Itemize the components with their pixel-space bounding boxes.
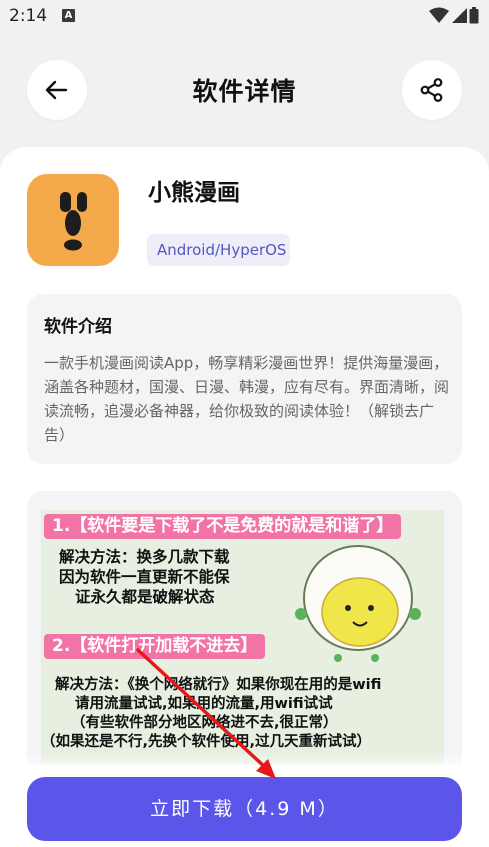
intro-text: 一款手机漫画阅读App，畅享精彩漫画世界！提供海量漫画，涵盖各种题材，国漫、日漫…: [44, 354, 450, 444]
bear-face-icon: [60, 192, 87, 251]
screenshot-image[interactable]: 1.【软件要是下载了不是免费的就是和谐了】 解决方法：换多几款下载 因为软件一直…: [41, 510, 444, 781]
app-icon: [27, 174, 119, 266]
screenshot-solution-1-line-3: 证永久都是破解状态: [75, 588, 215, 606]
notification-icon: A: [62, 9, 75, 22]
intro-title: 软件介绍: [44, 317, 112, 337]
signal-icon: [452, 8, 467, 23]
platform-tag: Android/HyperOS: [147, 234, 290, 266]
wifi-icon: [429, 7, 449, 23]
share-icon: [420, 78, 443, 102]
app-name: 小熊漫画: [148, 180, 240, 206]
egg-mascot-icon: [295, 545, 421, 662]
share-button[interactable]: [402, 60, 462, 120]
battery-icon: [469, 7, 479, 24]
status-bar: 2:14 A: [0, 0, 489, 34]
screenshot-solution-1-line-2: 因为软件一直更新不能保: [59, 568, 230, 586]
screenshot-solution-2-line-1: 解决方法：《换个网络就行》如果你现在用的是wifi: [55, 677, 382, 693]
download-button[interactable]: 立即下载（4.9 M）: [27, 777, 462, 841]
screenshot-solution-2-line-3: （有些软件部分地区网络进不去,很正常）: [71, 715, 338, 731]
status-time: 2:14: [9, 6, 48, 26]
header: 软件详情: [0, 56, 489, 122]
intro-section: 软件介绍 一款手机漫画阅读App，畅享精彩漫画世界！提供海量漫画，涵盖各种题材，…: [27, 294, 462, 464]
status-icons: [429, 7, 479, 24]
app-detail-card: 小熊漫画 Android/HyperOS 软件介绍 一款手机漫画阅读App，畅享…: [0, 147, 489, 847]
screenshot-solution-2-line-4: （如果还是不行,先换个软件使用,过几天重新试试）: [41, 734, 372, 750]
screenshot-solution-1-line-1: 解决方法：换多几款下载: [59, 548, 230, 566]
screenshot-gallery[interactable]: 1.【软件要是下载了不是免费的就是和谐了】 解决方法：换多几款下载 因为软件一直…: [27, 491, 462, 781]
screenshot-banner-2: 2.【软件打开加载不进去】: [44, 634, 266, 659]
screenshot-solution-2-line-2: 请用流量试试,如果用的流量,用wifi试试: [75, 696, 333, 712]
